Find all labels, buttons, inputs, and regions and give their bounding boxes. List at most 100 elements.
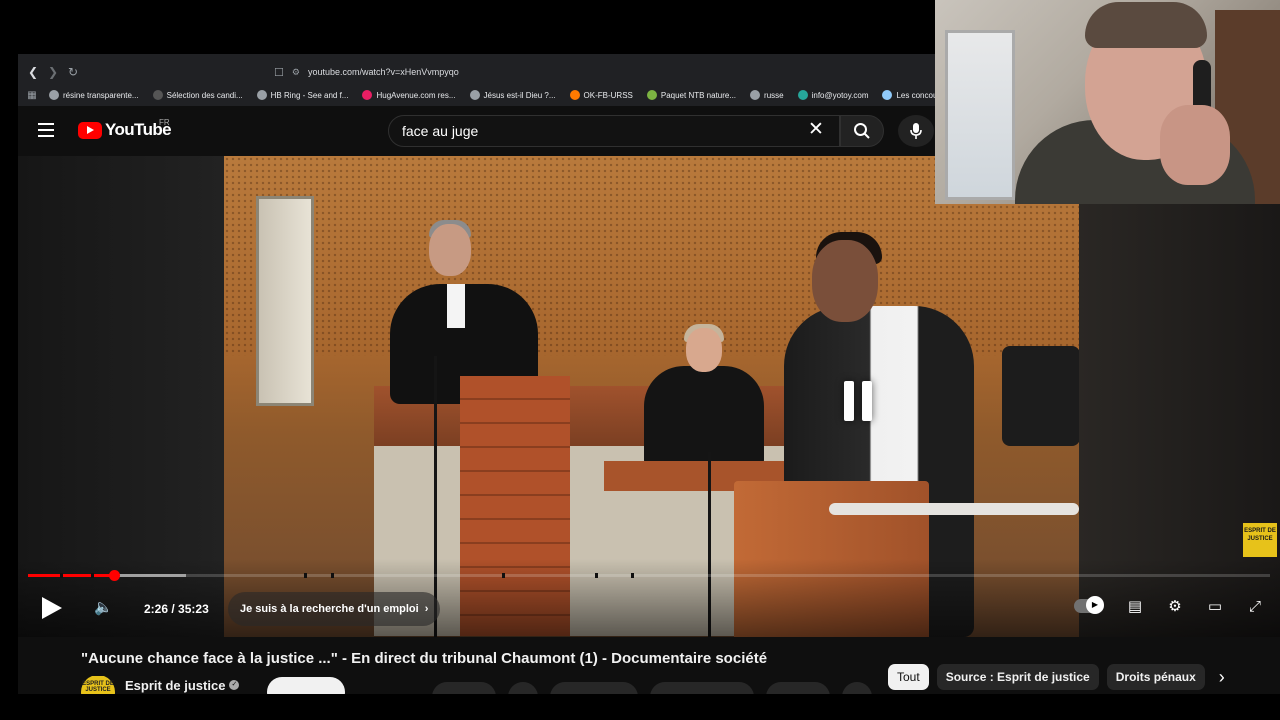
like-button[interactable]	[432, 682, 496, 694]
time-separator: /	[168, 602, 179, 616]
more-actions-button[interactable]	[842, 682, 872, 694]
leather-chair	[1002, 346, 1079, 446]
microphone-icon	[910, 123, 922, 139]
defendant-head	[812, 240, 878, 322]
bookmark-item[interactable]: russe	[750, 90, 784, 100]
bookmark-favicon-icon	[569, 90, 580, 100]
bookmark-item[interactable]: Paquet NTB nature...	[646, 90, 736, 100]
channel-watermark: ESPRIT DE JUSTICE	[1243, 523, 1277, 557]
menu-icon[interactable]	[38, 123, 54, 137]
chapter-button[interactable]: Je suis à la recherche d'un emploi ›	[228, 592, 441, 626]
prosecutor-jabot	[447, 284, 465, 328]
bookmark-item[interactable]: résine transparente...	[49, 90, 139, 100]
chapter-marker	[595, 573, 598, 578]
play-icon[interactable]	[42, 597, 62, 619]
chapter-title: Je suis à la recherche d'un emploi	[240, 603, 419, 615]
chevron-right-icon: ›	[424, 603, 429, 615]
omnibox[interactable]: ☐ ⚙ youtube.com/watch?v=xHenVvmpyqo	[274, 62, 459, 82]
settings-gear-icon[interactable]: ⚙	[1164, 595, 1186, 617]
webcam-window	[945, 30, 1015, 200]
duration: 35:23	[178, 602, 209, 616]
chapter-marker	[331, 573, 334, 578]
chapter-marker	[631, 573, 634, 578]
fullscreen-icon[interactable]: ⤢	[1244, 595, 1266, 617]
video-player[interactable]: ESPRIT DE JUSTICE 🔈 2:26 / 35:23 Je suis…	[18, 156, 1280, 637]
apps-grid-icon[interactable]: ▦	[25, 88, 39, 102]
pause-overlay-icon[interactable]	[813, 366, 903, 436]
forward-arrow-icon[interactable]: ❯	[43, 62, 63, 82]
clear-search-icon[interactable]: ✕	[808, 120, 824, 140]
bookmark-favicon-icon	[882, 90, 893, 100]
voice-search-button[interactable]	[898, 115, 934, 147]
subscribe-button[interactable]	[267, 677, 346, 694]
search-button[interactable]	[840, 115, 884, 147]
download-button[interactable]	[650, 682, 754, 694]
current-time: 2:26	[144, 602, 169, 616]
volume-icon[interactable]: 🔈	[94, 599, 114, 617]
video-actions	[432, 682, 872, 694]
video-title: "Aucune chance face à la justice ..." - …	[81, 650, 768, 667]
youtube-play-icon	[78, 121, 102, 139]
reload-icon[interactable]: ↻	[63, 62, 83, 82]
bookmark-item[interactable]: HugAvenue.com res...	[362, 90, 456, 100]
share-button[interactable]	[550, 682, 638, 694]
bookmark-item[interactable]: info@yotoy.com	[797, 90, 869, 100]
autoplay-toggle[interactable]	[1074, 596, 1104, 614]
bookmark-favicon-icon	[49, 90, 59, 100]
bookmark-item[interactable]: OK-FB-URSS	[569, 90, 633, 100]
chapter-marker	[502, 573, 505, 578]
bookmark-label: HugAvenue.com res...	[376, 90, 456, 100]
back-arrow-icon[interactable]: ❮	[23, 62, 43, 82]
verified-badge-icon: ✓	[229, 680, 240, 690]
player-controls: 🔈 2:26 / 35:23 Je suis à la recherche d'…	[18, 559, 1280, 637]
filter-chip[interactable]: Source : Esprit de justice	[936, 664, 1099, 690]
channel-avatar[interactable]: ESPRIT DE JUSTICE	[81, 676, 115, 694]
bookmark-label: info@yotoy.com	[811, 90, 869, 100]
bookmark-label: OK-FB-URSS	[583, 90, 633, 100]
chapter-marker	[304, 573, 307, 578]
bookmark-label: Sélection des candi...	[166, 90, 243, 100]
bookmark-label: Jésus est-il Dieu ?...	[483, 90, 556, 100]
youtube-logo[interactable]: YouTube	[78, 120, 172, 140]
miniplayer-icon[interactable]: ▭	[1204, 595, 1226, 617]
chapter-marker	[91, 573, 94, 578]
subtitles-icon[interactable]: ▤	[1124, 595, 1146, 617]
site-info-icon[interactable]: ⚙	[292, 67, 300, 78]
bookmark-item[interactable]: Jésus est-il Dieu ?...	[469, 90, 556, 100]
chevron-right-icon[interactable]: ›	[1219, 667, 1225, 688]
courtroom-window	[256, 196, 314, 406]
progress-played	[28, 574, 114, 577]
search-input[interactable]: face au juge	[388, 115, 840, 147]
progress-bar[interactable]	[28, 574, 1270, 577]
time-display: 2:26 / 35:23	[144, 602, 209, 616]
bookmark-favicon-icon	[256, 90, 267, 100]
filter-chip[interactable]: Droits pénaux	[1106, 664, 1205, 690]
bookmark-icon[interactable]: ☐	[274, 66, 284, 79]
dislike-button[interactable]	[508, 682, 538, 694]
country-code: FR	[159, 118, 170, 127]
bookmark-favicon-icon	[750, 90, 761, 100]
channel-name: Esprit de justice	[125, 677, 226, 693]
webcam-person-hair	[1085, 2, 1207, 48]
filter-chip[interactable]: Tout	[888, 664, 929, 690]
bookmark-item[interactable]: Sélection des candi...	[152, 90, 243, 100]
webcam-overlay	[935, 0, 1280, 204]
channel-row: ESPRIT DE JUSTICE Esprit de justice ✓	[81, 676, 346, 694]
channel-name-wrap[interactable]: Esprit de justice ✓	[125, 677, 240, 693]
clerk-figure	[644, 366, 764, 466]
bookmark-list: résine transparente... Sélection des cand…	[49, 90, 958, 100]
url-text[interactable]: youtube.com/watch?v=xHenVvmpyqo	[308, 67, 459, 77]
bookmark-label: russe	[764, 90, 784, 100]
bookmark-favicon-icon	[646, 90, 657, 100]
clip-button[interactable]	[766, 682, 830, 694]
search-query: face au juge	[402, 123, 479, 139]
search-icon	[854, 123, 870, 139]
scrubber-handle[interactable]	[108, 570, 120, 581]
bookmark-favicon-icon	[362, 90, 373, 100]
bookmark-favicon-icon	[797, 90, 808, 100]
bookmark-label: HB Ring - See and f...	[270, 90, 349, 100]
bookmark-item[interactable]: HB Ring - See and f...	[256, 90, 349, 100]
webcam-person-hand	[1160, 105, 1230, 185]
bookmark-label: résine transparente...	[63, 90, 139, 100]
bookmark-favicon-icon	[469, 90, 480, 100]
